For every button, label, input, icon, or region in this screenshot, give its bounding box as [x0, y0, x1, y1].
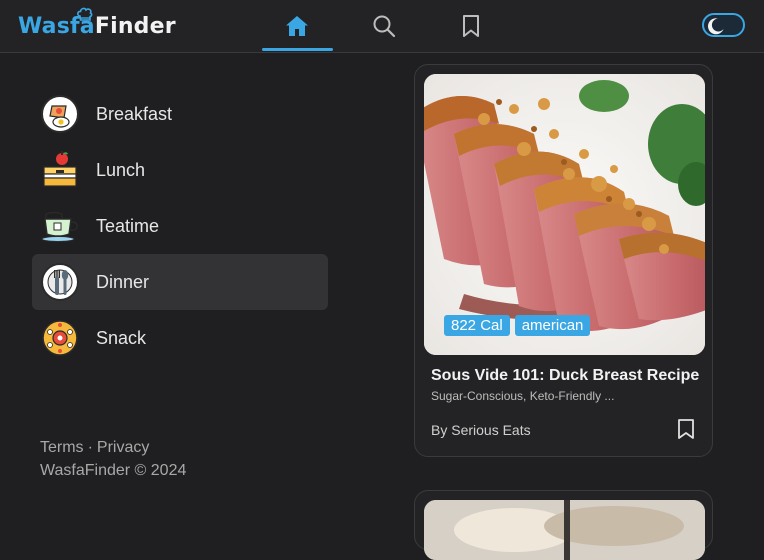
logo[interactable]: Wasfa Finder: [18, 7, 176, 44]
footer-separator: ·: [87, 439, 93, 456]
moon-icon: [707, 18, 724, 35]
logo-finder: Finder: [94, 13, 176, 39]
sidebar-item-label: Teatime: [96, 215, 160, 236]
duck-breast-photo[interactable]: 822 Cal american: [424, 74, 705, 355]
terms-link[interactable]: Terms: [40, 439, 84, 456]
theme-toggle[interactable]: [702, 13, 745, 37]
sidebar-item-breakfast[interactable]: Breakfast: [32, 86, 328, 142]
recipe-tags: 822 Cal american: [444, 315, 591, 336]
sidebar-item-lunch[interactable]: Lunch: [32, 142, 328, 198]
active-tab-indicator: [262, 48, 333, 51]
recipe-photo[interactable]: [424, 500, 705, 560]
category-sidebar: Breakfast Lunch Teatime Dinner Snack: [32, 86, 328, 366]
sidebar-footer: Terms · Privacy WasfaFinder © 2024: [40, 436, 186, 482]
dinner-cutlery-icon: [40, 262, 80, 302]
nav-search-button[interactable]: [349, 0, 419, 52]
chef-hat-icon: [77, 7, 93, 21]
privacy-link[interactable]: Privacy: [97, 439, 149, 456]
sidebar-item-teatime[interactable]: Teatime: [32, 198, 328, 254]
recipe-card[interactable]: [414, 490, 713, 560]
sidebar-item-label: Dinner: [96, 271, 150, 292]
recipe-source: By Serious Eats: [431, 422, 531, 438]
bookmark-icon: [678, 419, 694, 439]
nav-home-button[interactable]: [262, 0, 332, 52]
top-navbar: Wasfa Finder: [0, 0, 764, 53]
lunch-box-icon: [40, 150, 80, 190]
sidebar-item-label: Lunch: [96, 159, 146, 180]
sidebar-item-dinner[interactable]: Dinner: [32, 254, 328, 310]
search-icon: [373, 15, 396, 38]
recipe-title[interactable]: Sous Vide 101: Duck Breast Recipe: [431, 367, 699, 385]
sidebar-item-label: Breakfast: [96, 103, 173, 124]
copyright-text: WasfaFinder © 2024: [40, 462, 187, 479]
snack-icon: [40, 318, 80, 358]
calories-badge: 822 Cal: [444, 315, 510, 336]
cuisine-badge: american: [514, 315, 591, 336]
recipe-health-labels: Sugar-Conscious, Keto-Friendly ...: [431, 389, 615, 403]
sidebar-item-snack[interactable]: Snack: [32, 310, 328, 366]
breakfast-icon: [40, 94, 80, 134]
bookmark-icon: [463, 15, 479, 37]
sidebar-item-label: Snack: [96, 327, 147, 348]
teacup-icon: [40, 206, 80, 246]
home-icon: [286, 16, 308, 36]
recipe-card[interactable]: 822 Cal american Sous Vide 101: Duck Bre…: [414, 64, 713, 457]
save-recipe-button[interactable]: [677, 418, 695, 444]
nav-bookmarks-button[interactable]: [436, 0, 506, 52]
